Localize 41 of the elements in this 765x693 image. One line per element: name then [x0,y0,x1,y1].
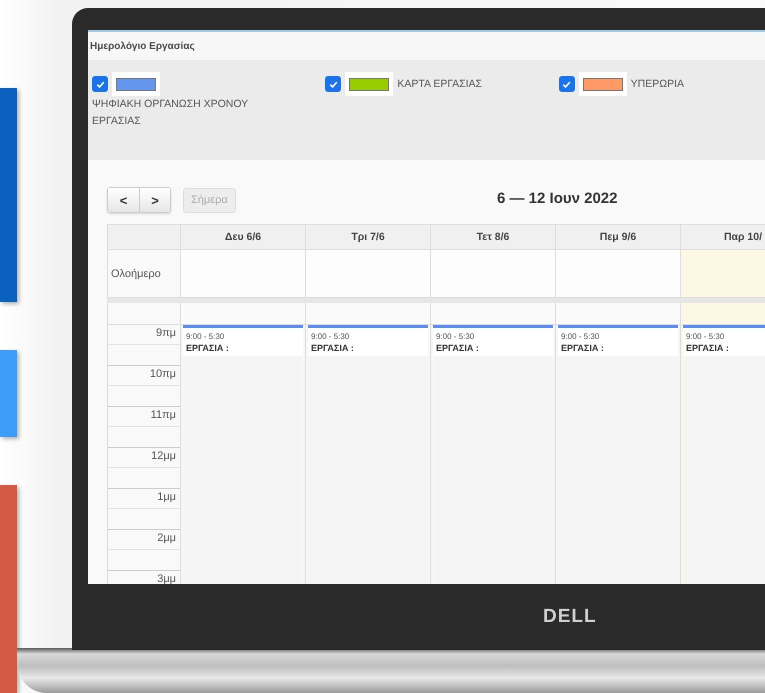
checkmark-icon [561,78,572,90]
event-time: 9:00 - 5:30 [686,331,726,342]
hour-label: 9πμ [156,327,176,341]
checkbox[interactable] [558,76,575,92]
checkbox[interactable] [325,76,342,92]
legend-label: ΨΗΦΙΑΚΗ ΟΡΓΑΝΩΣΗ ΧΡΟΝΟΥ ΕΡΓΑΣΙΑΣ [92,97,249,129]
event-time: 9:00 - 5:30 [436,331,476,342]
legend-label: ΥΠΕΡΩΡΙΑ [630,76,684,92]
checkmark-icon [94,78,106,90]
event-time: 9:00 - 5:30 [186,331,226,342]
event-time: 9:00 - 5:30 [561,331,600,342]
event-title: ΕΡΓΑΣΙΑ : [686,342,730,354]
event-title: ΕΡΓΑΣΙΑ : [436,342,480,354]
hour-label: 2μμ [157,532,176,546]
brand-logo: DELL [543,606,597,628]
hour-label: 11πμ [150,409,176,423]
event-time: 9:00 - 5:30 [311,331,350,342]
all-day-label: Ολοήμερο [111,268,161,280]
day-header: Τρι 7/6 [305,224,430,250]
next-button[interactable]: > [139,188,170,212]
hour-label: 12μμ [151,450,176,464]
hour-label: 3μμ [157,573,176,584]
legend-label: ΚΑΡΤΑ ΕΡΓΑΣΙΑΣ [397,76,482,92]
checkmark-icon [328,78,339,90]
previous-button[interactable]: < [108,188,139,212]
event-title: ΕΡΓΑΣΙΑ : [311,342,355,354]
event-title: ΕΡΓΑΣΙΑ : [186,342,230,354]
color-swatch[interactable] [345,72,394,96]
date-range-title: 6 — 12 Ιουν 2022 [497,190,618,207]
event-title: ΕΡΓΑΣΙΑ : [561,342,605,354]
day-header: Δευ 6/6 [180,224,305,250]
day-header: Τετ 8/6 [430,224,555,250]
color-swatch[interactable] [578,72,627,96]
day-header: Πεμ 9/6 [555,224,680,250]
window-title: Ημερολόγιο Εργασίας [90,40,195,52]
event-block[interactable]: 9:00 - 5:30 ΕΡΓΑΣΙΑ : [683,325,765,584]
day-header: Παρ 10/ [680,224,765,250]
color-swatch[interactable] [112,72,160,96]
checkbox[interactable] [92,76,108,92]
hour-label: 1μμ [157,491,176,505]
hour-label: 10πμ [150,368,176,382]
